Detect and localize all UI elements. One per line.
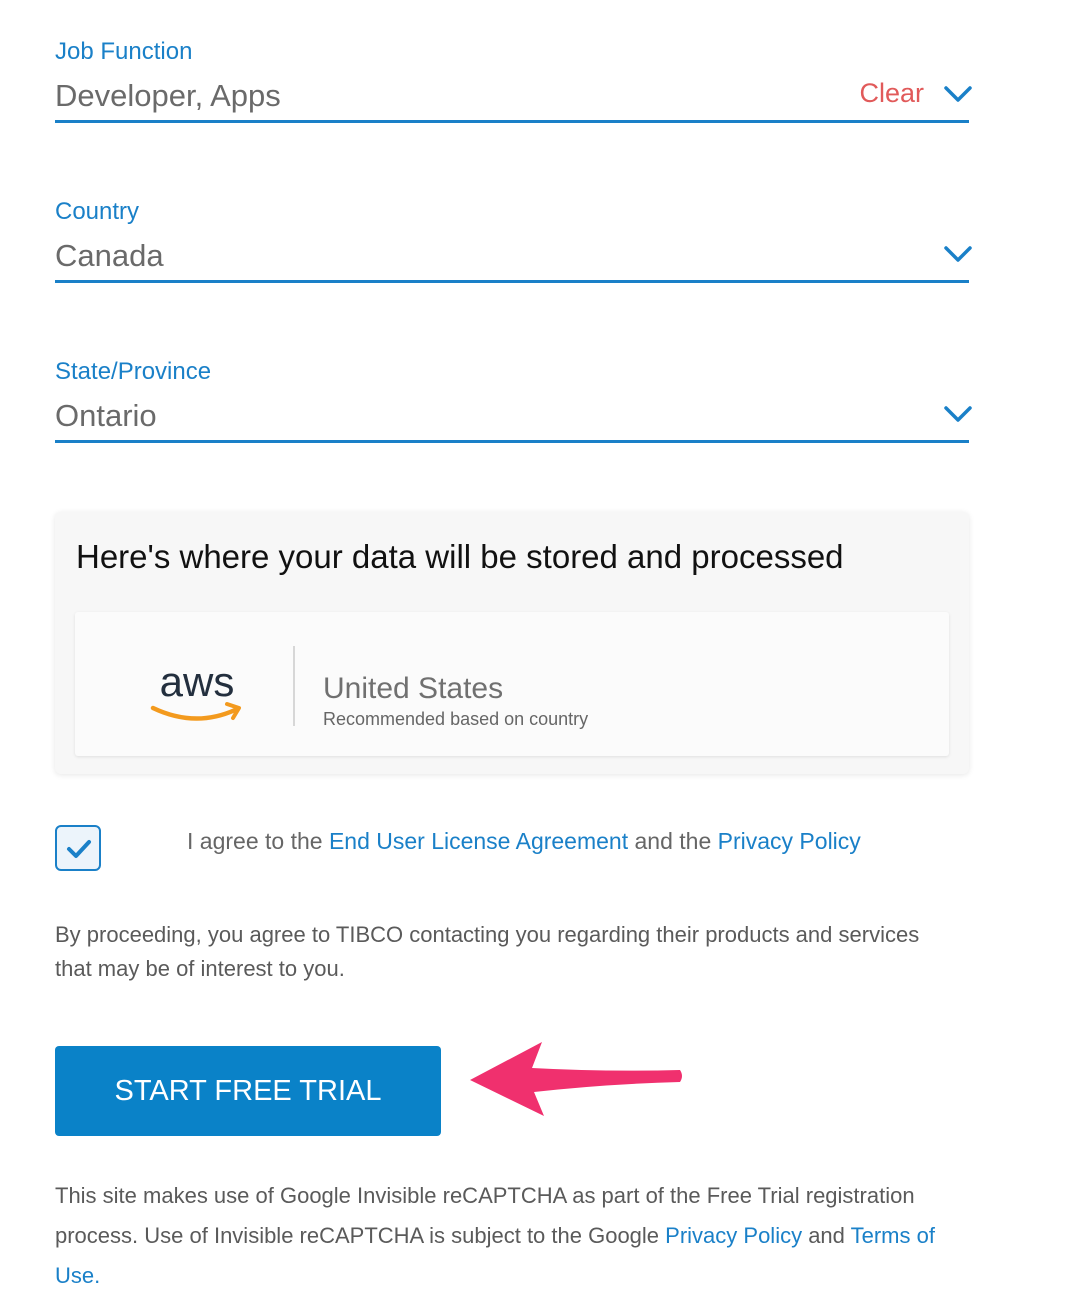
region-option: aws United States Recommended based on c… xyxy=(75,612,949,756)
data-storage-card: Here's where your data will be stored an… xyxy=(55,512,969,774)
agreement-text: I agree to the End User License Agreemen… xyxy=(187,830,861,853)
region-name: United States xyxy=(323,672,504,705)
job-function-field[interactable]: Job Function Developer, Apps Clear xyxy=(55,38,972,124)
country-label: Country xyxy=(55,198,140,225)
job-function-underline xyxy=(55,120,969,123)
region-note: Recommended based on country xyxy=(323,709,589,729)
country-value[interactable]: Canada xyxy=(55,240,164,271)
country-underline xyxy=(55,280,969,283)
clear-button[interactable]: Clear xyxy=(859,80,924,107)
job-function-label: Job Function xyxy=(55,38,193,65)
eula-link[interactable]: End User License Agreement xyxy=(329,828,628,854)
checkmark-icon xyxy=(67,840,91,858)
google-privacy-link[interactable]: Privacy Policy xyxy=(665,1223,802,1248)
job-function-value[interactable]: Developer, Apps xyxy=(55,80,281,111)
state-province-field[interactable]: State/Province Ontario xyxy=(55,358,972,444)
svg-text:aws: aws xyxy=(160,662,235,705)
privacy-policy-link[interactable]: Privacy Policy xyxy=(718,828,861,854)
chevron-down-icon[interactable] xyxy=(943,244,973,264)
recaptcha-notice: This site makes use of Google Invisible … xyxy=(55,1176,985,1296)
state-province-underline xyxy=(55,440,969,443)
aws-logo: aws xyxy=(150,662,241,721)
chevron-down-icon[interactable] xyxy=(943,84,973,104)
agreement-prefix: I agree to the xyxy=(187,828,329,854)
storage-title: Here's where your data will be stored an… xyxy=(76,538,844,575)
chevron-down-icon[interactable] xyxy=(943,404,973,424)
agree-checkbox[interactable] xyxy=(55,825,101,871)
state-province-label: State/Province xyxy=(55,358,212,385)
state-province-value[interactable]: Ontario xyxy=(55,400,157,431)
recaptcha-and: and xyxy=(802,1223,851,1248)
country-field[interactable]: Country Canada xyxy=(55,198,972,284)
arrow-left-icon xyxy=(470,1042,682,1116)
logo-divider xyxy=(293,646,295,726)
agreement-middle: and the xyxy=(628,828,718,854)
proceed-notice: By proceeding, you agree to TIBCO contac… xyxy=(55,922,920,981)
start-free-trial-button[interactable]: START FREE TRIAL xyxy=(55,1046,441,1136)
